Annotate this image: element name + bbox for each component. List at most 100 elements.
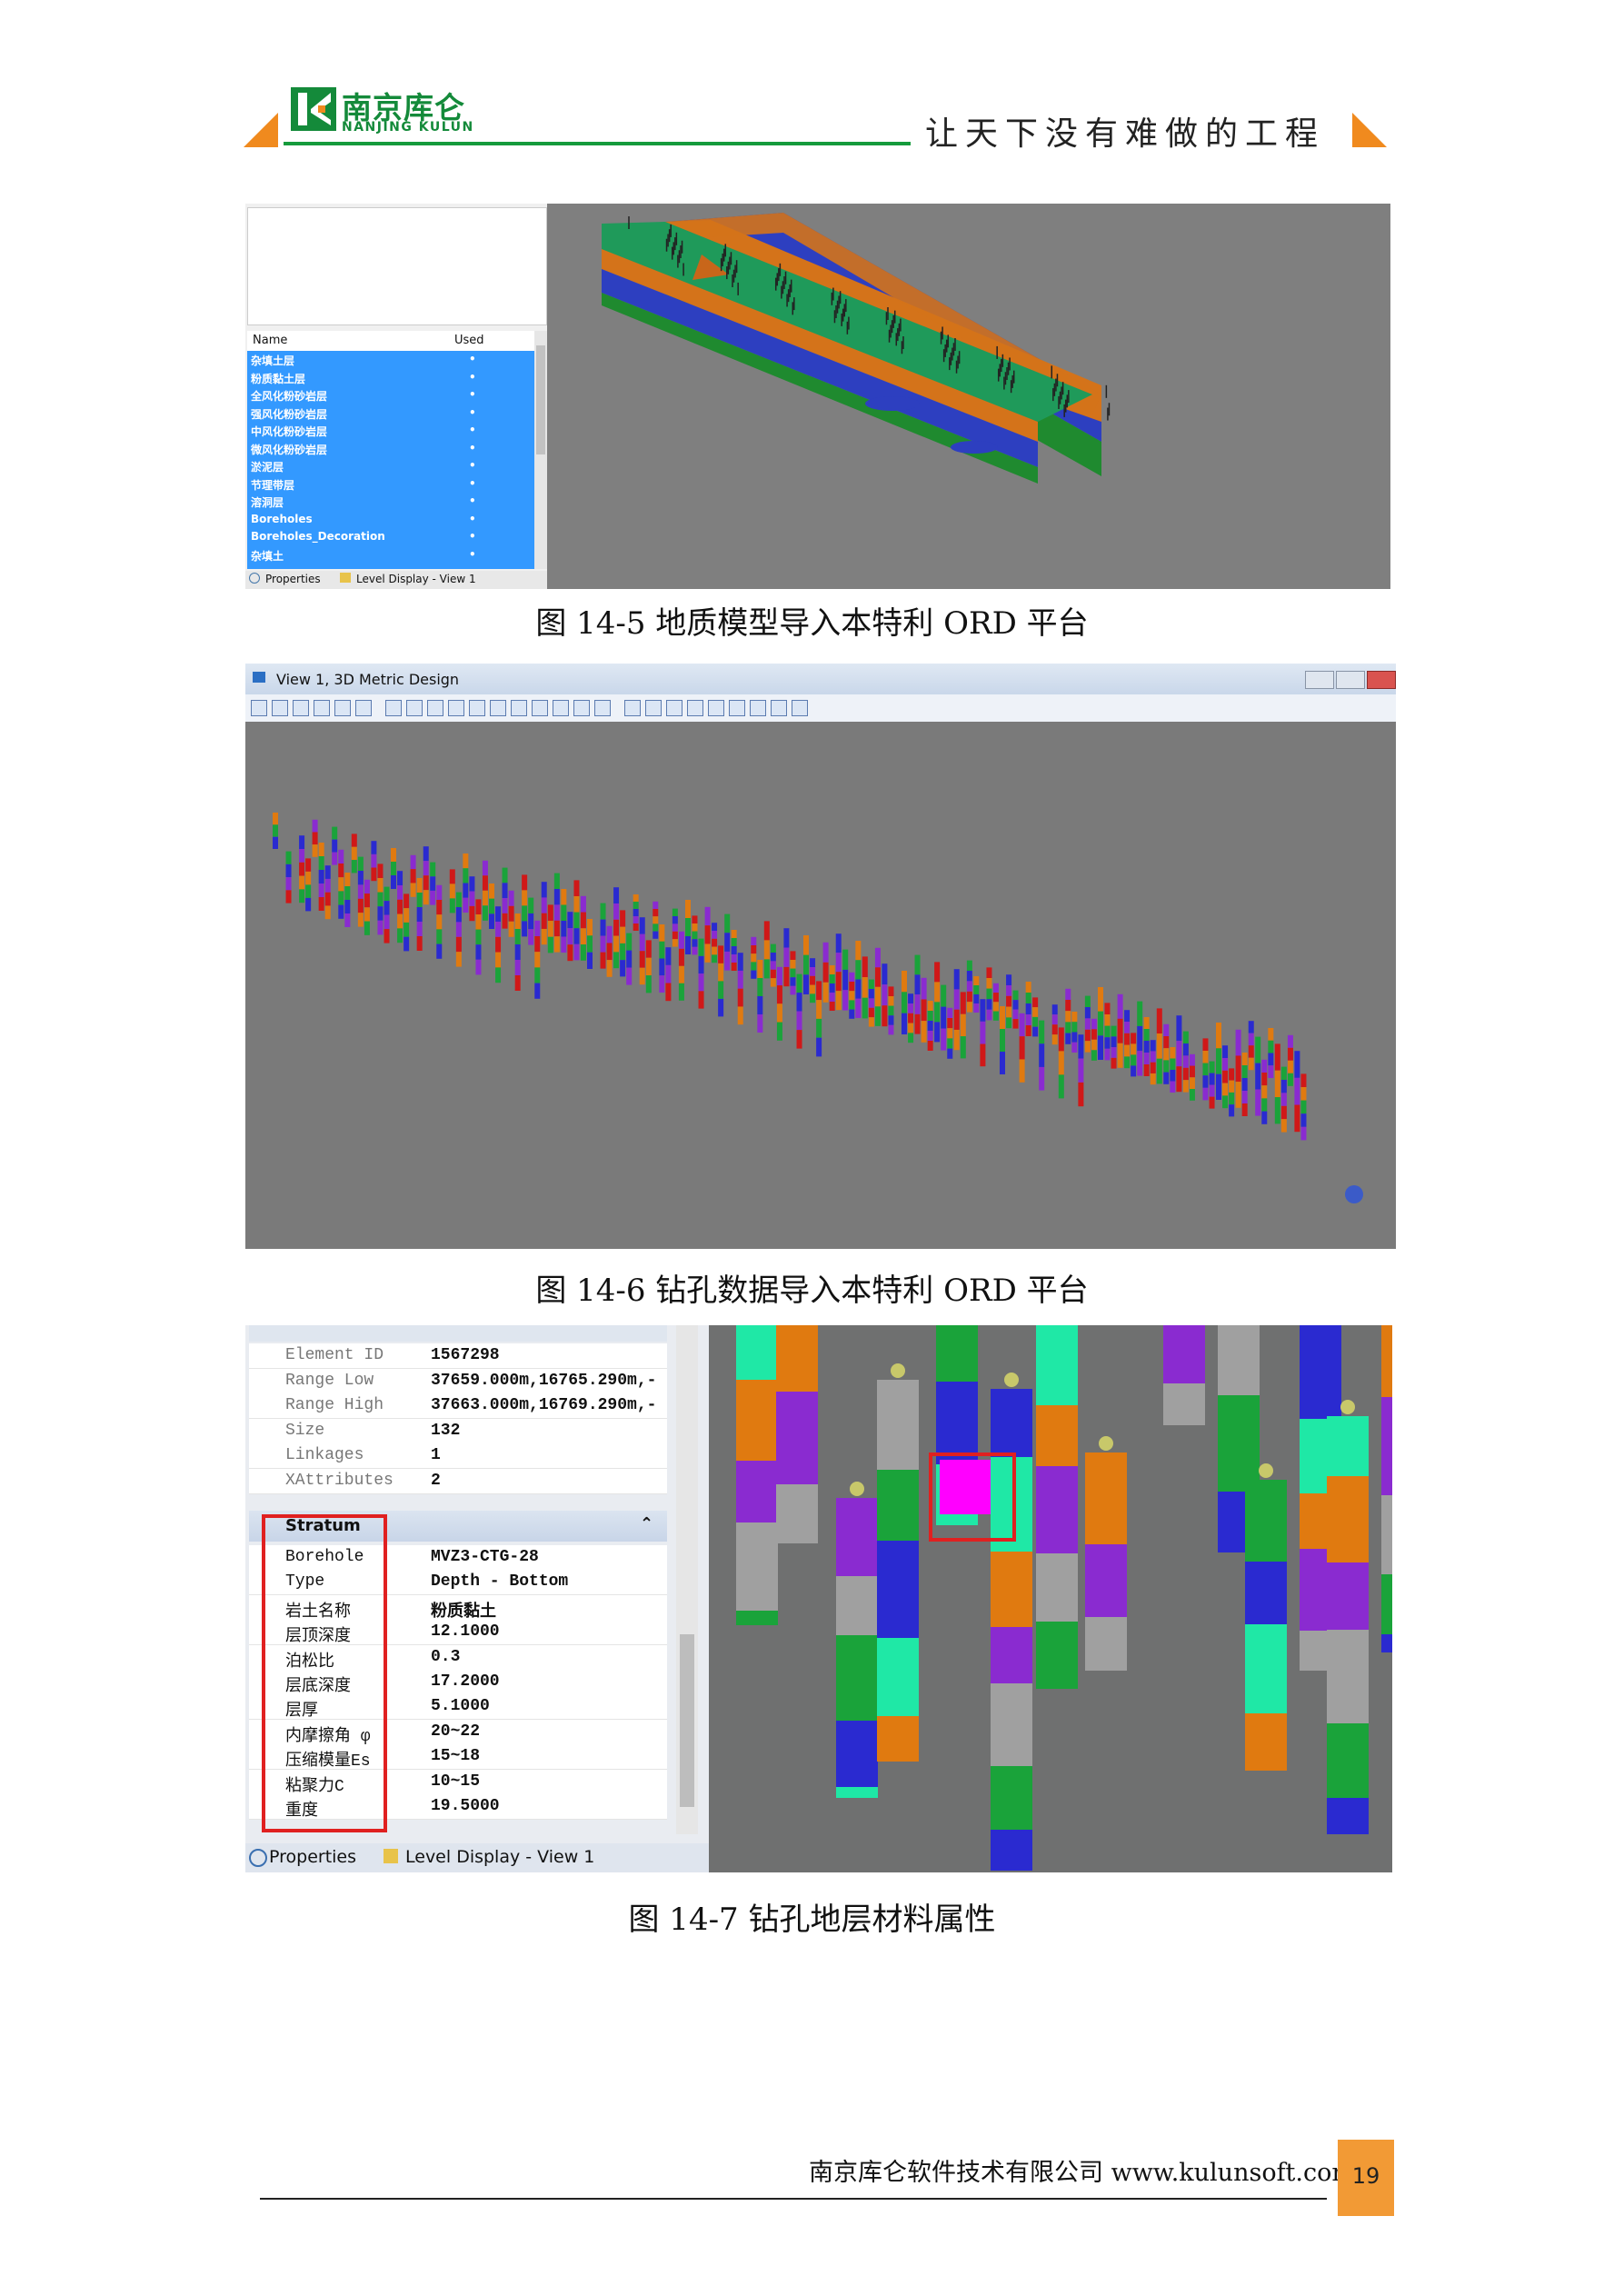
toolbar-tool-icon[interactable] (771, 700, 787, 716)
collapse-chevron-icon[interactable]: ⌃ (640, 1514, 653, 1533)
toolbar-tool-icon[interactable] (334, 700, 351, 716)
toolbar-tool-icon[interactable] (385, 700, 402, 716)
geological-model-view[interactable] (547, 204, 1390, 589)
tab-level-display[interactable]: Level Display - View 1 (356, 573, 476, 585)
raw-data-row[interactable]: Range Low 37659.000m,16765.290m,- (249, 1368, 667, 1394)
borehole-stratum-segment (836, 1721, 878, 1787)
borehole-closeup-view[interactable] (709, 1325, 1392, 1872)
layer-list-item[interactable]: 强风化粉砂岩层 • (251, 406, 523, 424)
borehole-segment (1111, 1025, 1117, 1037)
raw-data-row[interactable]: XAttributes 2 (249, 1468, 667, 1494)
borehole-segment (1051, 1024, 1058, 1035)
toolbar-tool-icon[interactable] (687, 700, 703, 716)
minimize-button[interactable] (1305, 671, 1334, 689)
borehole-segment (934, 982, 941, 1003)
panel-tabs: Properties Level Display - View 1 (245, 571, 547, 589)
borehole-segment (1065, 1022, 1071, 1033)
borehole-segment (455, 892, 462, 907)
layer-list-item[interactable]: 粉质黏土层 • (251, 371, 523, 388)
tab-properties[interactable]: Properties (269, 1847, 356, 1867)
borehole-segment (344, 873, 351, 886)
layer-list-item[interactable]: 中风化粉砂岩层 • (251, 424, 523, 441)
borehole-segment (324, 892, 331, 906)
toolbar-tool-icon[interactable] (624, 700, 641, 716)
toolbar-tool-icon[interactable] (469, 700, 485, 716)
layer-list-item[interactable]: Boreholes_Decoration • (251, 530, 523, 547)
toolbar-tool-icon[interactable] (573, 700, 590, 716)
borehole-segment (796, 973, 802, 993)
toolbar-tool-icon[interactable] (708, 700, 724, 716)
toolbar-tool-icon[interactable] (553, 700, 569, 716)
toolbar-tool-icon[interactable] (272, 700, 288, 716)
borehole-segment (1216, 1048, 1221, 1074)
borehole-segment (914, 994, 921, 1014)
raw-data-row[interactable]: Element ID 1567298 (249, 1343, 667, 1369)
borehole-segment (986, 988, 992, 1000)
layer-list-item[interactable]: 溶洞层 • (251, 494, 523, 512)
toolbar-tool-icon[interactable] (490, 700, 506, 716)
borehole-segment (1012, 990, 1019, 1001)
borehole-segment (724, 933, 731, 952)
close-button[interactable] (1367, 671, 1396, 689)
raw-data-row[interactable]: Linkages 1 (249, 1443, 667, 1469)
borehole-segment (364, 907, 370, 922)
layer-list-item[interactable]: 全风化粉砂岩层 • (251, 388, 523, 405)
layer-list-item[interactable]: 杂填土 • (251, 548, 523, 565)
toolbar-tool-icon[interactable] (251, 700, 267, 716)
layer-list-item[interactable]: Boreholes • (251, 513, 523, 530)
toolbar-tool-icon[interactable] (448, 700, 464, 716)
borehole-segment (1051, 1034, 1058, 1045)
borehole-segment (692, 939, 698, 947)
borehole-segment (855, 960, 862, 980)
selected-stratum-segment[interactable] (940, 1460, 991, 1514)
layer-list-item[interactable]: 微风化粉砂岩层 • (251, 442, 523, 459)
borehole-segment (757, 996, 763, 1014)
borehole-segment (1222, 1045, 1229, 1058)
toolbar-tool-icon[interactable] (666, 700, 682, 716)
properties-scrollbar[interactable] (676, 1325, 698, 1834)
toolbar-tool-icon[interactable] (729, 700, 745, 716)
raw-data-row[interactable]: Size 132 (249, 1418, 667, 1444)
toolbar-tool-icon[interactable] (792, 700, 808, 716)
toolbar-tool-icon[interactable] (314, 700, 330, 716)
borehole-segment (927, 1021, 933, 1031)
borehole-segment (973, 994, 980, 1003)
borehole-segment (992, 1011, 999, 1021)
borehole-segment (868, 979, 874, 989)
borehole-segment (1209, 1084, 1215, 1097)
layer-list-item[interactable]: 杂填土层 • (251, 353, 523, 370)
layer-list-item[interactable]: 节理带层 • (251, 477, 523, 494)
column-used-header[interactable]: Used (454, 334, 484, 347)
maximize-button[interactable] (1336, 671, 1365, 689)
column-name-header[interactable]: Name (253, 334, 287, 347)
toolbar-tool-icon[interactable] (750, 700, 766, 716)
borehole-segment (882, 963, 888, 985)
borehole-segment (835, 933, 842, 953)
toolbar-tool-icon[interactable] (293, 700, 309, 716)
borehole-segment (731, 954, 737, 963)
layer-list-scrollbar[interactable] (534, 331, 547, 569)
property-key: Size (285, 1421, 325, 1440)
borehole-segment (704, 925, 711, 944)
view-window-title: View 1, 3D Metric Design (276, 671, 460, 688)
tab-level-display[interactable]: Level Display - View 1 (405, 1847, 594, 1867)
toolbar-tool-icon[interactable] (594, 700, 611, 716)
tab-properties[interactable]: Properties (265, 573, 321, 585)
toolbar-tool-icon[interactable] (355, 700, 372, 716)
borehole-segment (1189, 1077, 1195, 1090)
borehole-segment (416, 922, 423, 936)
borehole-segment (1182, 1080, 1189, 1093)
toolbar-tool-icon[interactable] (427, 700, 443, 716)
borehole-segment (1170, 1081, 1176, 1093)
raw-data-row[interactable]: Range High 37663.000m,16769.290m,- (249, 1393, 667, 1419)
toolbar-tool-icon[interactable] (406, 700, 423, 716)
toolbar-tool-icon[interactable] (511, 700, 527, 716)
borehole-3d-view[interactable] (245, 722, 1396, 1249)
toolbar-tool-icon[interactable] (645, 700, 662, 716)
layer-list-item[interactable]: 淤泥层 • (251, 459, 523, 476)
borehole-segment (495, 967, 502, 983)
borehole-top-marker (1004, 1373, 1019, 1387)
toolbar-tool-icon[interactable] (532, 700, 548, 716)
borehole-segment (653, 931, 659, 939)
borehole-segment (305, 871, 312, 885)
